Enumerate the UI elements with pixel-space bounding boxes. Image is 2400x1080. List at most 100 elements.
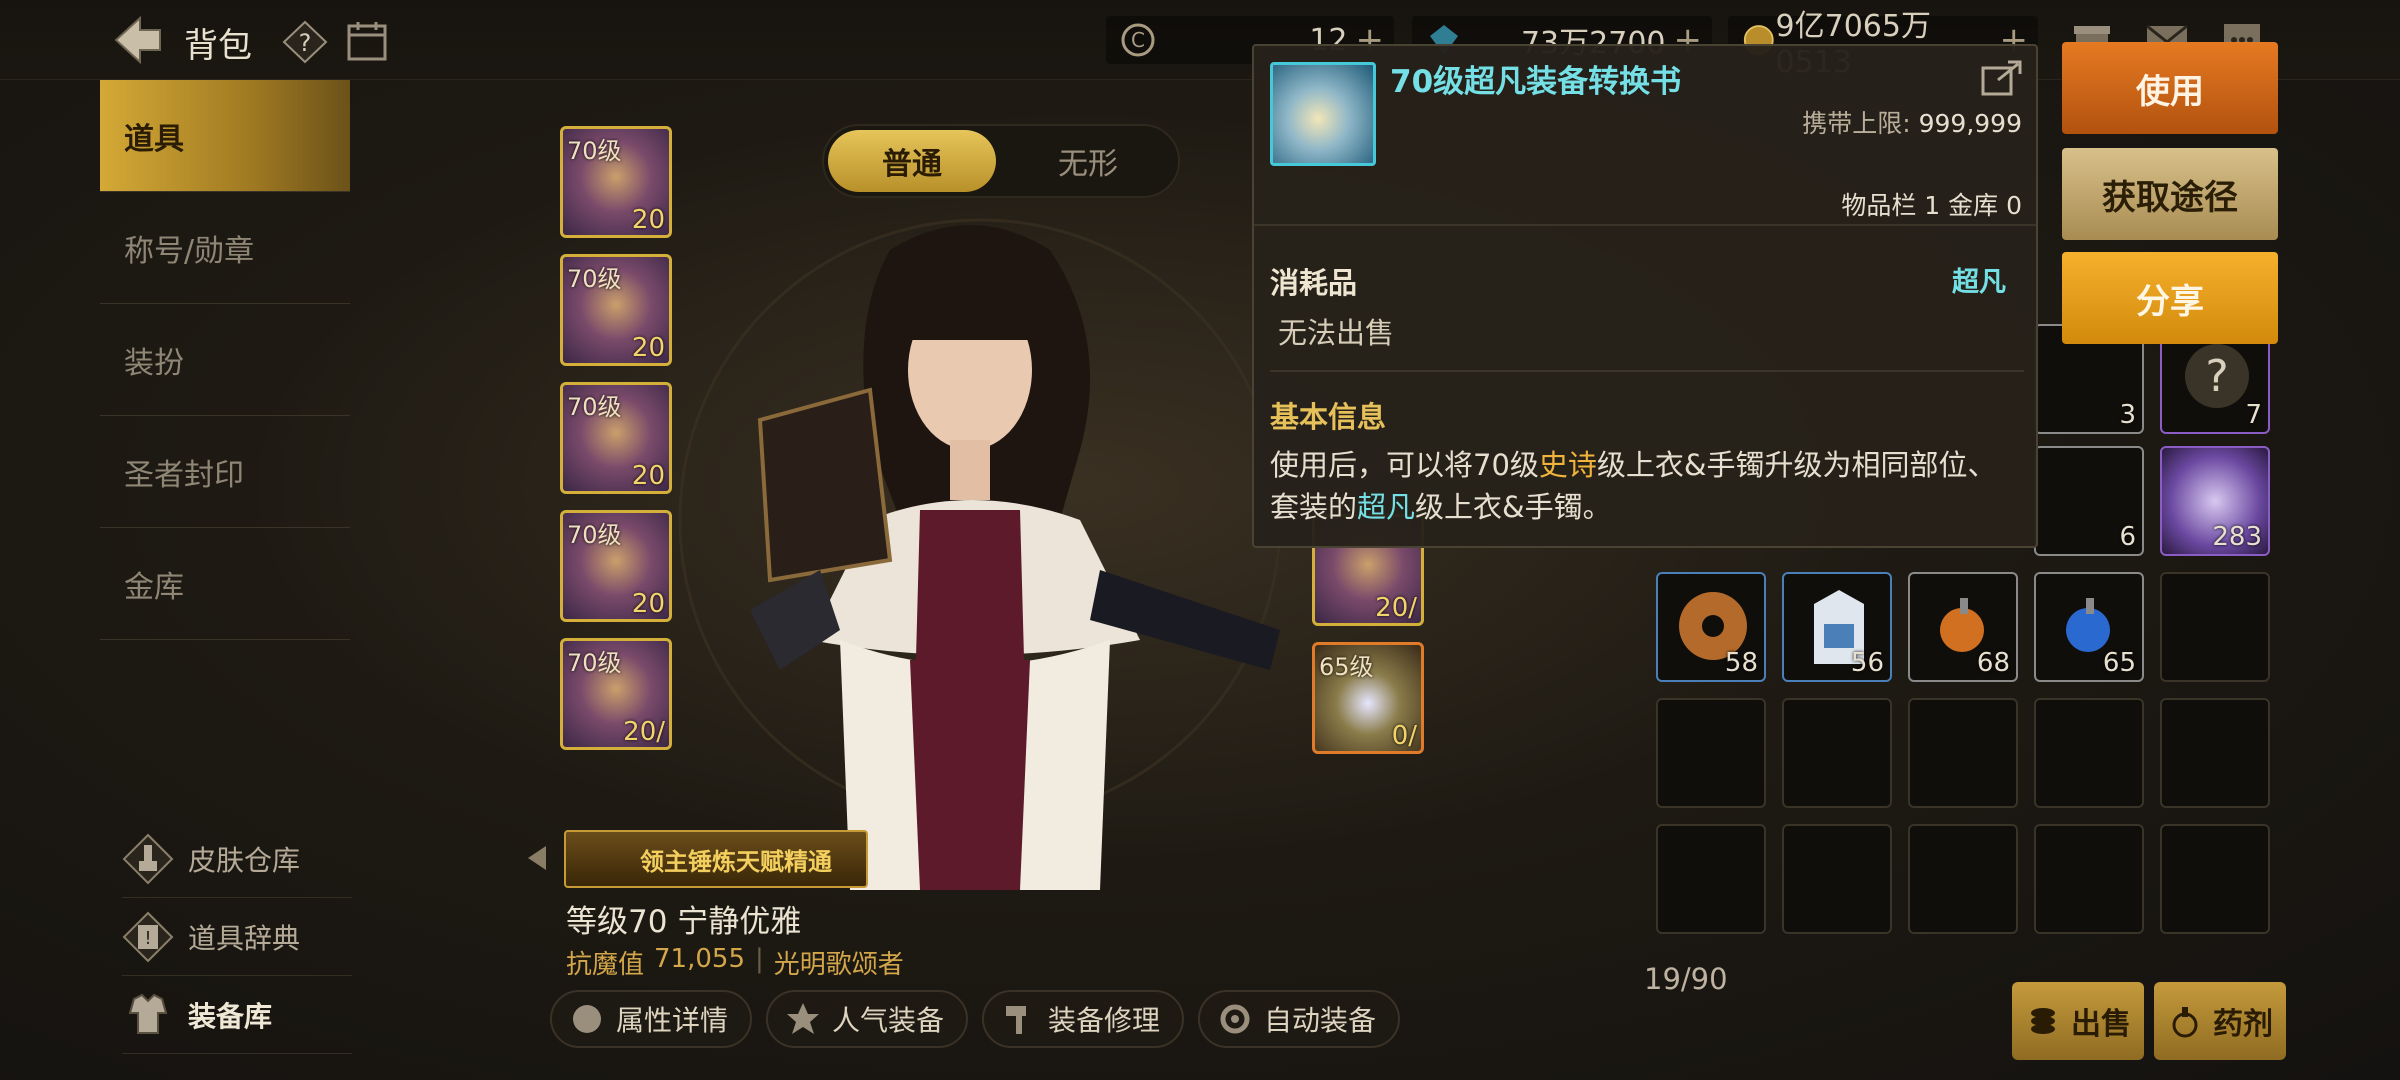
attribute-details-label: 属性详情 (616, 1004, 729, 1037)
sell-button[interactable]: 出售 (2012, 982, 2144, 1060)
inventory-slot-empty[interactable] (2160, 572, 2270, 682)
item-count: 65 (2102, 648, 2136, 678)
hammer-icon (1006, 1006, 1027, 1034)
inventory-grid: 58 56 68 65 (1656, 572, 2270, 934)
inventory-slot[interactable]: 56 (1782, 572, 1892, 682)
item-count: 7 (2245, 400, 2262, 430)
share-button[interactable]: 分享 (2062, 252, 2278, 344)
inventory-slot-empty[interactable] (1656, 698, 1766, 808)
auto-equip-label: 自动装备 (1264, 1004, 1377, 1037)
inventory-slot-empty[interactable] (1908, 824, 2018, 934)
right-equipment-slots: 20/ 65级 0/ (1312, 514, 1424, 770)
talent-banner[interactable]: 领主锤炼天赋精通 (564, 830, 868, 888)
inventory-slot[interactable]: 6 (2034, 446, 2144, 556)
inventory-slot-empty[interactable] (1656, 824, 1766, 934)
inventory-row-partial: 6 283 (2034, 446, 2270, 556)
tool-links: 皮肤仓库 ! 道具辞典 装备库 (122, 820, 352, 1054)
inventory-slot-empty[interactable] (1908, 698, 2018, 808)
armor-icon (128, 993, 168, 1034)
slot-level: 70级 (567, 265, 622, 293)
slot-level: 70级 (567, 521, 622, 549)
slot-level: 70级 (567, 137, 622, 165)
inventory-slot-empty[interactable] (2160, 698, 2270, 808)
character-name: 等级70 宁静优雅 (566, 904, 802, 940)
potion-button[interactable]: 药剂 (2154, 982, 2286, 1060)
desc-super-grade: 超凡 (1357, 490, 1416, 524)
share-icon[interactable] (1980, 58, 2024, 98)
attribute-details-button[interactable]: 属性详情 (550, 990, 753, 1048)
item-count: 6 (2119, 522, 2136, 552)
carry-limit-label: 携带上限: (1802, 109, 1911, 138)
auto-equip-button[interactable]: 自动装备 (1198, 990, 1401, 1048)
sell-label: 出售 (2071, 1007, 2131, 1042)
stat-divider: | (755, 944, 764, 974)
sell-status: 无法出售 (1278, 316, 1395, 350)
inventory-slot[interactable]: 283 (2160, 446, 2270, 556)
item-name: 70级超凡装备转换书 (1390, 64, 1682, 100)
skin-storage-label: 皮肤仓库 (188, 843, 301, 877)
nav-item-titles[interactable]: 称号/勋章 (100, 192, 350, 304)
section-title: 基本信息 (1270, 400, 1387, 434)
skin-storage-link[interactable]: 皮肤仓库 (122, 820, 352, 898)
category-nav: 道具 称号/勋章 装扮 圣者封印 金库 (100, 80, 350, 640)
repair-equipment-button[interactable]: 装备修理 (982, 990, 1185, 1048)
carry-limit: 携带上限: 999,999 (1802, 104, 2022, 140)
item-count: 3 (2119, 400, 2136, 430)
character-stats: 抗魔值 71,055 | 光明歌颂者 (566, 944, 904, 981)
tab-invisible[interactable]: 无形 (1004, 130, 1172, 192)
nav-item-seal[interactable]: 圣者封印 (100, 416, 350, 528)
inventory-slot[interactable]: 58 (1656, 572, 1766, 682)
equipment-slot-selected[interactable]: 65级 0/ (1312, 642, 1424, 754)
svg-text:?: ? (299, 29, 312, 57)
inventory-capacity: 19/90 (1644, 962, 1728, 996)
obtain-route-button[interactable]: 获取途径 (2062, 148, 2278, 240)
svg-text:?: ? (2205, 351, 2228, 402)
slot-count: 0/ (1391, 721, 1417, 751)
coins-icon (2031, 1008, 2055, 1034)
inventory-slot-empty[interactable] (2034, 698, 2144, 808)
equipment-storage-label: 装备库 (188, 999, 273, 1033)
desc-part: 级上衣&手镯。 (1415, 490, 1612, 524)
top-bar: 背包 ? C 12 + 73万2700 + 9亿7065万0513 + (0, 0, 2400, 80)
use-button[interactable]: 使用 (2062, 42, 2278, 134)
slot-level: 65级 (1319, 653, 1374, 681)
tab-normal[interactable]: 普通 (828, 130, 996, 192)
c-coin-icon: C (1121, 23, 1155, 57)
divider (1270, 370, 2024, 372)
calendar-icon[interactable] (346, 20, 388, 62)
help-icon[interactable]: ? (282, 20, 328, 64)
prev-arrow-icon[interactable] (528, 846, 546, 870)
carry-limit-value: 999,999 (1918, 109, 2022, 138)
desc-part: 使用后，可以将70级 (1270, 448, 1539, 482)
inventory-slot-empty[interactable] (1782, 824, 1892, 934)
auto-equip-icon (1220, 1004, 1250, 1034)
inventory-slot[interactable]: 68 (1908, 572, 2018, 682)
back-arrow-icon[interactable] (110, 14, 164, 66)
nav-item-vault[interactable]: 金库 (100, 528, 350, 640)
character-title: 光明歌颂者 (773, 950, 904, 980)
nav-item-items[interactable]: 道具 (100, 80, 350, 192)
attribute-icon (573, 1005, 601, 1033)
repair-equipment-label: 装备修理 (1048, 1004, 1161, 1037)
slot-level: 70级 (567, 393, 622, 421)
potion-label: 药剂 (2213, 1007, 2273, 1042)
inventory-slot-empty[interactable] (2160, 824, 2270, 934)
item-count: 283 (2212, 522, 2262, 552)
nav-item-avatar[interactable]: 装扮 (100, 304, 350, 416)
stat-label: 抗魔值 (566, 950, 645, 980)
inventory-slot-empty[interactable] (2034, 824, 2144, 934)
inventory-slot[interactable]: 65 (2034, 572, 2144, 682)
item-dictionary-label: 道具辞典 (188, 921, 301, 955)
item-tooltip: 70级超凡装备转换书 携带上限: 999,999 物品栏 1 金库 0 消耗品 … (1252, 44, 2038, 548)
popular-icon (787, 1003, 820, 1034)
brush-icon (122, 833, 174, 884)
slot-count: 20/ (1375, 593, 1417, 623)
popular-equipment-button[interactable]: 人气装备 (766, 990, 969, 1048)
item-grade: 超凡 (1952, 267, 2006, 298)
equipment-type-toggle: 普通 无形 (822, 124, 1180, 198)
inventory-slot-empty[interactable] (1782, 698, 1892, 808)
equipment-storage-link[interactable]: 装备库 (122, 976, 352, 1054)
svg-text:!: ! (144, 928, 151, 949)
item-dictionary-link[interactable]: ! 道具辞典 (122, 898, 352, 976)
svg-text:C: C (1131, 28, 1145, 52)
